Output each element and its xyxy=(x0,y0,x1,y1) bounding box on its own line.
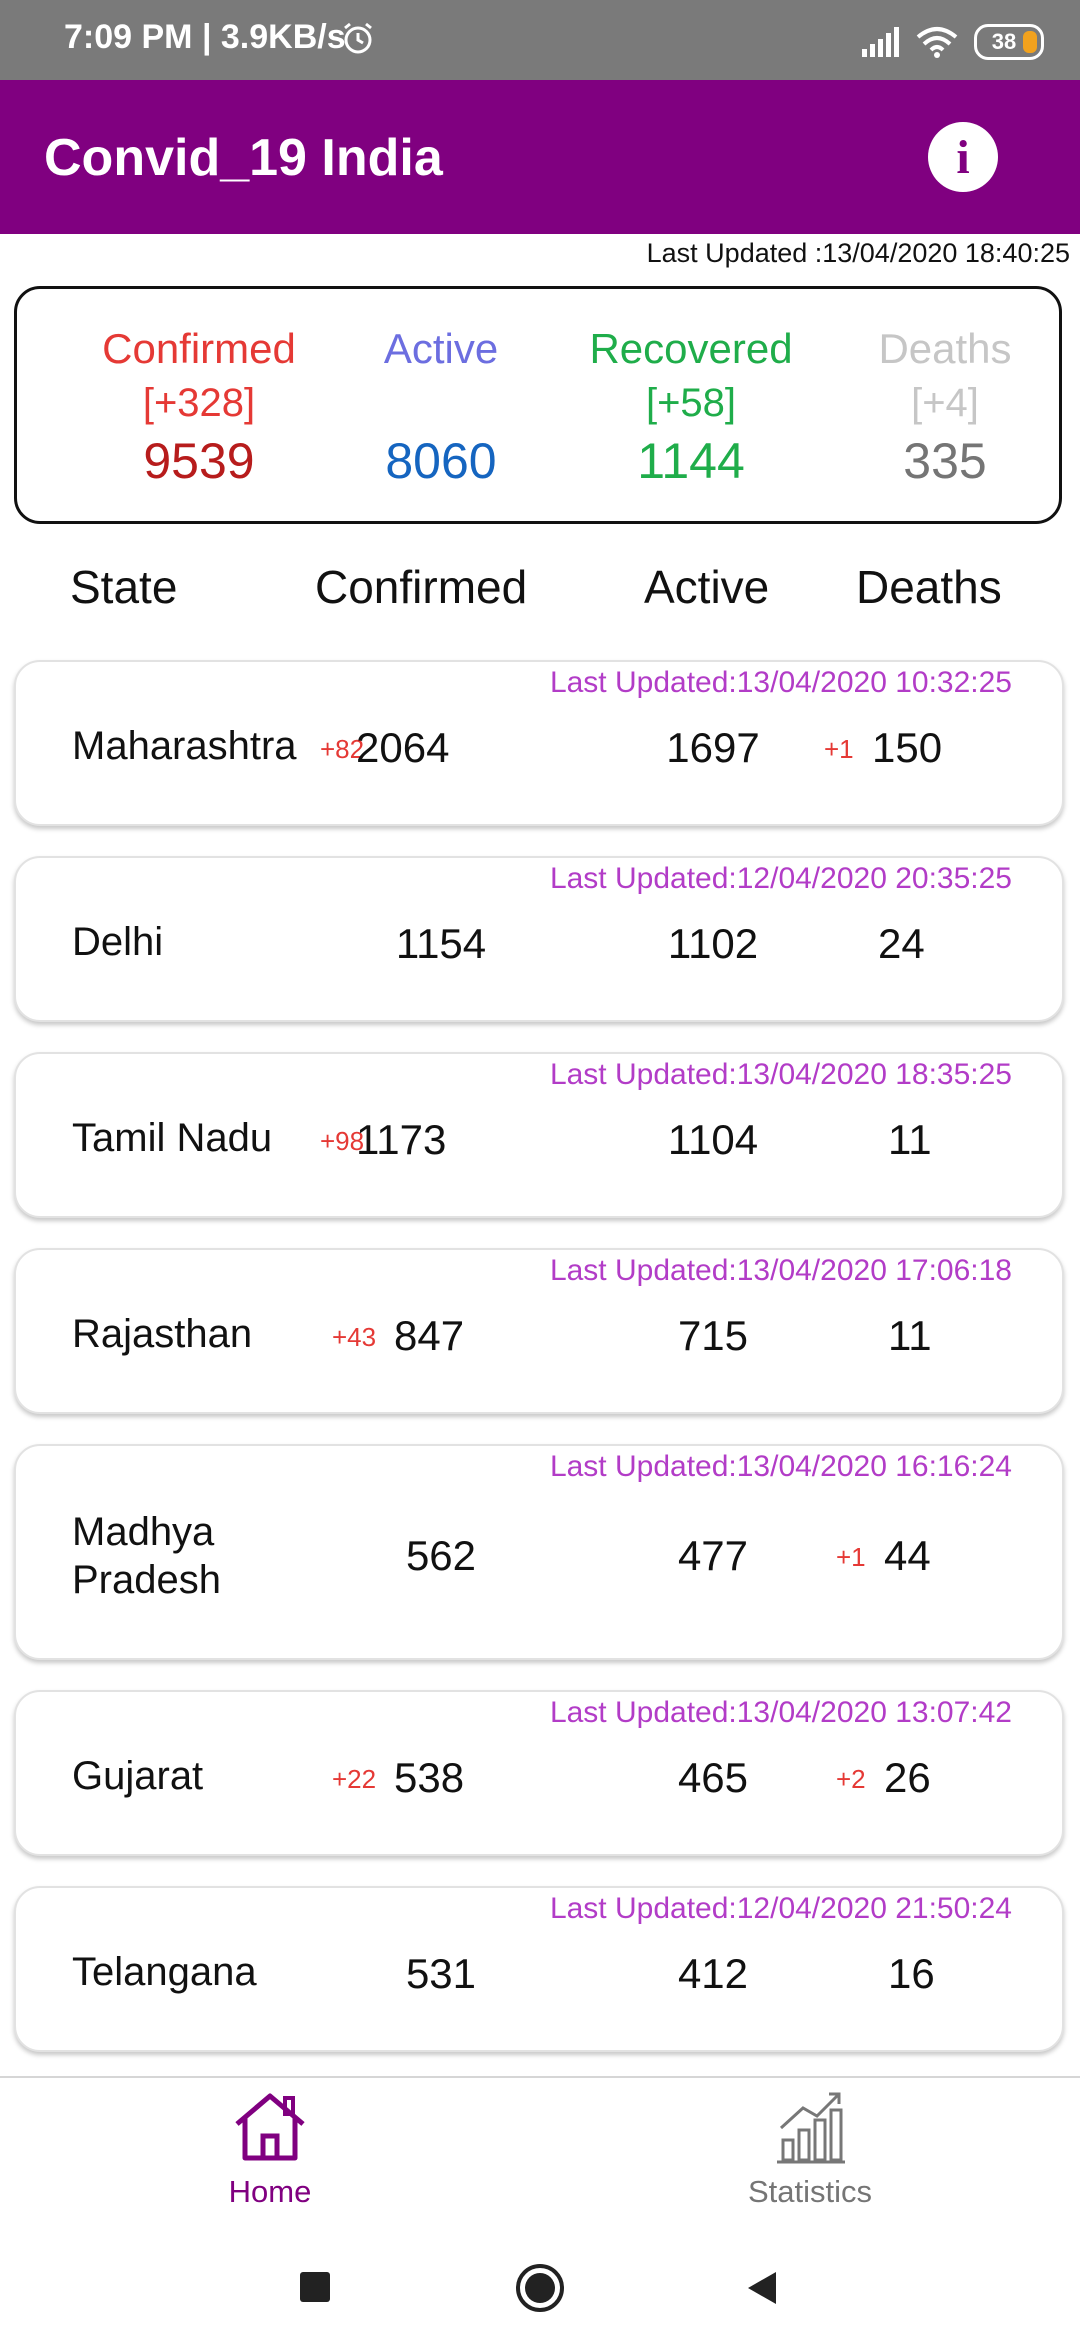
row-confirmed-increase: +43 xyxy=(332,1322,377,1352)
column-header-active: Active xyxy=(644,561,770,613)
summary-recovered-label: Recovered xyxy=(589,325,793,372)
state-row-delhi[interactable]: Last Updated:12/04/2020 20:35:25 Delhi 1… xyxy=(14,856,1064,1022)
state-row-gujarat[interactable]: Last Updated:13/04/2020 13:07:42 Gujarat… xyxy=(14,1690,1064,1856)
row-last-updated: Last Updated:13/04/2020 18:35:25 xyxy=(549,1058,1012,1091)
summary-confirmed: Confirmed [+328] 9539 xyxy=(79,323,319,491)
status-time: 7:09 PM | 3.9KB/s xyxy=(64,18,346,56)
row-state-name: Tamil Nadu xyxy=(72,1116,273,1160)
state-row-madhya-pradesh[interactable]: Last Updated:13/04/2020 16:16:24 Madhya … xyxy=(14,1444,1064,1660)
last-updated: Last Updated :13/04/2020 18:40:25 xyxy=(646,238,1070,268)
summary-active-value: 8060 xyxy=(385,433,497,489)
summary-confirmed-value: 9539 xyxy=(143,433,255,489)
row-state-name: Rajasthan xyxy=(72,1312,253,1356)
summary-active-label: Active xyxy=(383,325,499,372)
row-deaths: 11 xyxy=(888,1312,932,1359)
row-confirmed: 531 xyxy=(405,1950,477,1997)
row-state-name: Delhi xyxy=(72,920,164,964)
row-last-updated: Last Updated:13/04/2020 13:07:42 xyxy=(549,1696,1012,1729)
column-header-confirmed: Confirmed xyxy=(315,561,528,613)
row-state-name-line1: Madhya xyxy=(72,1510,215,1554)
summary-deaths: Deaths [+4] 335 xyxy=(825,323,1065,491)
summary-recovered-delta: [+58] xyxy=(645,381,737,425)
nav-home[interactable]: Home xyxy=(160,2084,380,2210)
bottom-navigation: Home Statistics xyxy=(0,2076,1080,2234)
summary-confirmed-delta: [+328] xyxy=(142,381,256,425)
row-state-name: Gujarat xyxy=(72,1754,204,1798)
row-deaths-increase: +1 xyxy=(836,1542,866,1572)
row-deaths: 16 xyxy=(888,1950,935,1997)
summary-active-delta xyxy=(321,375,561,431)
row-deaths: 24 xyxy=(878,920,925,967)
row-active: 1697 xyxy=(666,724,760,771)
table-header: State Confirmed Active Deaths xyxy=(0,560,1080,620)
back-icon[interactable] xyxy=(740,2266,784,2310)
summary-confirmed-label: Confirmed xyxy=(102,325,296,372)
status-bar: 7:09 PM | 3.9KB/s 38 xyxy=(0,0,1080,80)
row-deaths-increase: +2 xyxy=(836,1764,866,1794)
recents-icon[interactable] xyxy=(300,2272,330,2302)
row-confirmed: 1173 xyxy=(356,1116,447,1163)
alarm-icon xyxy=(344,22,372,54)
system-navigation-bar xyxy=(0,2232,1080,2340)
row-deaths-increase: +1 xyxy=(824,734,854,764)
row-confirmed: 847 xyxy=(394,1312,465,1359)
battery-level: 38 xyxy=(991,29,1017,54)
state-row-rajasthan[interactable]: Last Updated:13/04/2020 17:06:18 Rajasth… xyxy=(14,1248,1064,1414)
column-header-deaths: Deaths xyxy=(856,561,1002,613)
row-deaths: 11 xyxy=(888,1116,932,1163)
summary-deaths-value: 335 xyxy=(903,433,987,489)
column-header-state: State xyxy=(70,561,178,613)
row-deaths: 44 xyxy=(884,1532,931,1579)
row-confirmed: 1154 xyxy=(395,920,487,967)
info-icon[interactable]: i xyxy=(928,122,998,192)
home-icon xyxy=(235,2093,305,2161)
nav-statistics-label: Statistics xyxy=(747,2174,873,2209)
row-deaths: 150 xyxy=(872,724,943,771)
row-state-name: Telangana xyxy=(72,1950,257,1994)
nav-statistics[interactable]: Statistics xyxy=(700,2084,920,2210)
row-deaths: 26 xyxy=(884,1754,931,1801)
row-active: 715 xyxy=(677,1312,749,1359)
system-home-icon[interactable] xyxy=(514,2262,566,2314)
row-last-updated: Last Updated:13/04/2020 10:32:25 xyxy=(549,666,1012,699)
row-confirmed: 562 xyxy=(405,1532,477,1579)
app-bar: Convid_19 India xyxy=(0,80,1080,234)
statistics-icon xyxy=(777,2092,845,2164)
row-last-updated: Last Updated:13/04/2020 16:16:24 xyxy=(549,1450,1012,1483)
row-last-updated: Last Updated:12/04/2020 21:50:24 xyxy=(549,1892,1012,1925)
summary-card: Confirmed [+328] 9539 Active 8060 Recove… xyxy=(14,286,1062,524)
row-active: 412 xyxy=(677,1950,749,1997)
nav-home-label: Home xyxy=(228,2174,312,2209)
signal-icon xyxy=(862,27,899,57)
summary-recovered-value: 1144 xyxy=(637,433,745,489)
summary-recovered: Recovered [+58] 1144 xyxy=(571,323,811,491)
battery-icon: 38 xyxy=(974,24,1044,60)
row-state-name: Maharashtra xyxy=(72,724,297,768)
state-row-tamil-nadu[interactable]: Last Updated:13/04/2020 18:35:25 Tamil N… xyxy=(14,1052,1064,1218)
row-active: 1104 xyxy=(667,1116,759,1163)
row-active: 1102 xyxy=(667,920,759,967)
summary-active: Active 8060 xyxy=(321,323,561,491)
summary-deaths-delta: [+4] xyxy=(911,381,979,425)
state-row-telangana[interactable]: Last Updated:12/04/2020 21:50:24 Telanga… xyxy=(14,1886,1064,2052)
row-active: 465 xyxy=(677,1754,749,1801)
state-row-maharashtra[interactable]: Last Updated:13/04/2020 10:32:25 Maharas… xyxy=(14,660,1064,826)
app-title: Convid_19 India xyxy=(44,129,443,187)
summary-deaths-label: Deaths xyxy=(878,325,1012,372)
row-last-updated: Last Updated:13/04/2020 17:06:18 xyxy=(549,1254,1012,1287)
row-confirmed-increase: +22 xyxy=(332,1764,377,1794)
row-active: 477 xyxy=(677,1532,749,1579)
row-state-name-line2: Pradesh xyxy=(72,1558,221,1602)
wifi-icon xyxy=(916,27,958,58)
row-last-updated: Last Updated:12/04/2020 20:35:25 xyxy=(549,862,1012,895)
row-confirmed: 538 xyxy=(394,1754,465,1801)
row-confirmed: 2064 xyxy=(356,724,450,771)
